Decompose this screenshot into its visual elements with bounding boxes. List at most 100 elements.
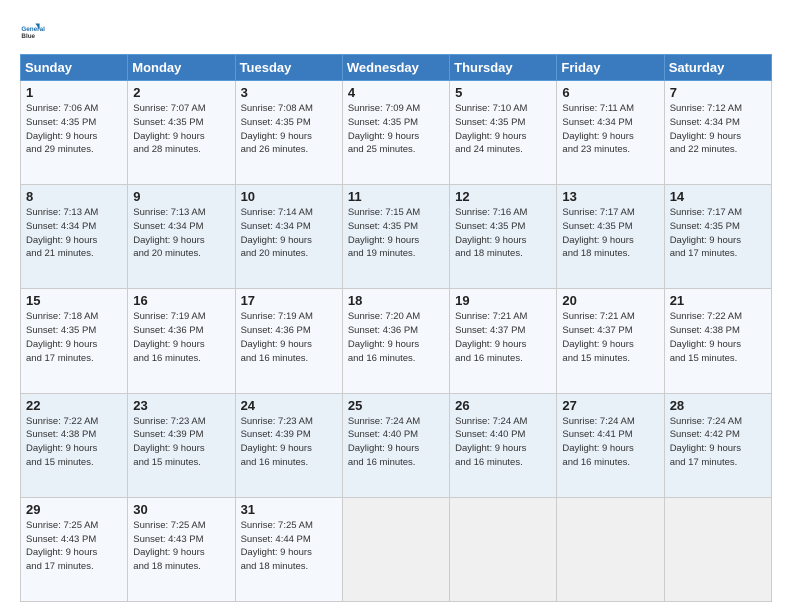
calendar-cell: 23Sunrise: 7:23 AM Sunset: 4:39 PM Dayli… bbox=[128, 393, 235, 497]
day-number: 14 bbox=[670, 189, 766, 204]
day-number: 22 bbox=[26, 398, 122, 413]
day-number: 7 bbox=[670, 85, 766, 100]
calendar-cell: 1 Sunrise: 7:06 AM Sunset: 4:35 PM Daylig… bbox=[21, 81, 128, 185]
day-number: 28 bbox=[670, 398, 766, 413]
calendar-cell: 11 Sunrise: 7:15 AM Sunset: 4:35 PM Dayli… bbox=[342, 185, 449, 289]
day-info: Sunrise: 7:18 AM Sunset: 4:35 PM Dayligh… bbox=[26, 310, 122, 365]
calendar-cell bbox=[664, 497, 771, 601]
calendar-cell: 29 Sunrise: 7:25 AM Sunset: 4:43 PM Dayli… bbox=[21, 497, 128, 601]
day-number: 13 bbox=[562, 189, 658, 204]
calendar-cell: 19Sunrise: 7:21 AM Sunset: 4:37 PM Dayli… bbox=[450, 289, 557, 393]
calendar-week-row: 15 Sunrise: 7:18 AM Sunset: 4:35 PM Dayli… bbox=[21, 289, 772, 393]
calendar-cell: 20 Sunrise: 7:21 AM Sunset: 4:37 PM Dayli… bbox=[557, 289, 664, 393]
day-info: Sunrise: 7:22 AM Sunset: 4:38 PM Dayligh… bbox=[26, 415, 122, 470]
day-info: Sunrise: 7:12 AM Sunset: 4:34 PM Dayligh… bbox=[670, 102, 766, 157]
day-info: Sunrise: 7:09 AM Sunset: 4:35 PM Dayligh… bbox=[348, 102, 444, 157]
logo-icon: GeneralBlue bbox=[20, 20, 48, 48]
page: GeneralBlue SundayMondayTuesdayWednesday… bbox=[0, 0, 792, 612]
day-info: Sunrise: 7:20 AM Sunset: 4:36 PM Dayligh… bbox=[348, 310, 444, 365]
header: GeneralBlue bbox=[20, 16, 772, 48]
calendar-cell: 15 Sunrise: 7:18 AM Sunset: 4:35 PM Dayli… bbox=[21, 289, 128, 393]
column-header-sunday: Sunday bbox=[21, 55, 128, 81]
day-number: 31 bbox=[241, 502, 337, 517]
day-info: Sunrise: 7:25 AM Sunset: 4:44 PM Dayligh… bbox=[241, 519, 337, 574]
calendar-week-row: 22 Sunrise: 7:22 AM Sunset: 4:38 PM Dayli… bbox=[21, 393, 772, 497]
day-info: Sunrise: 7:14 AM Sunset: 4:34 PM Dayligh… bbox=[241, 206, 337, 261]
day-number: 29 bbox=[26, 502, 122, 517]
day-number: 5 bbox=[455, 85, 551, 100]
day-number: 24 bbox=[241, 398, 337, 413]
day-number: 6 bbox=[562, 85, 658, 100]
day-info: Sunrise: 7:10 AM Sunset: 4:35 PM Dayligh… bbox=[455, 102, 551, 157]
calendar-cell: 21 Sunrise: 7:22 AM Sunset: 4:38 PM Dayli… bbox=[664, 289, 771, 393]
day-number: 16 bbox=[133, 293, 229, 308]
day-number: 21 bbox=[670, 293, 766, 308]
day-info: Sunrise: 7:21 AM Sunset: 4:37 PM Dayligh… bbox=[562, 310, 658, 365]
calendar-cell: 14 Sunrise: 7:17 AM Sunset: 4:35 PM Dayli… bbox=[664, 185, 771, 289]
day-info: Sunrise: 7:17 AM Sunset: 4:35 PM Dayligh… bbox=[562, 206, 658, 261]
calendar-week-row: 1 Sunrise: 7:06 AM Sunset: 4:35 PM Daylig… bbox=[21, 81, 772, 185]
day-number: 3 bbox=[241, 85, 337, 100]
calendar-cell: 25 Sunrise: 7:24 AM Sunset: 4:40 PM Dayli… bbox=[342, 393, 449, 497]
calendar-cell: 6 Sunrise: 7:11 AM Sunset: 4:34 PM Daylig… bbox=[557, 81, 664, 185]
day-info: Sunrise: 7:06 AM Sunset: 4:35 PM Dayligh… bbox=[26, 102, 122, 157]
calendar-cell: 3 Sunrise: 7:08 AM Sunset: 4:35 PM Daylig… bbox=[235, 81, 342, 185]
day-number: 27 bbox=[562, 398, 658, 413]
day-number: 11 bbox=[348, 189, 444, 204]
day-info: Sunrise: 7:15 AM Sunset: 4:35 PM Dayligh… bbox=[348, 206, 444, 261]
day-number: 30 bbox=[133, 502, 229, 517]
day-number: 20 bbox=[562, 293, 658, 308]
day-info: Sunrise: 7:11 AM Sunset: 4:34 PM Dayligh… bbox=[562, 102, 658, 157]
calendar-cell: 5 Sunrise: 7:10 AM Sunset: 4:35 PM Daylig… bbox=[450, 81, 557, 185]
day-number: 25 bbox=[348, 398, 444, 413]
day-number: 23 bbox=[133, 398, 229, 413]
calendar-cell: 28Sunrise: 7:24 AM Sunset: 4:42 PM Dayli… bbox=[664, 393, 771, 497]
day-info: Sunrise: 7:13 AM Sunset: 4:34 PM Dayligh… bbox=[26, 206, 122, 261]
day-number: 26 bbox=[455, 398, 551, 413]
column-header-saturday: Saturday bbox=[664, 55, 771, 81]
calendar-cell bbox=[557, 497, 664, 601]
day-info: Sunrise: 7:07 AM Sunset: 4:35 PM Dayligh… bbox=[133, 102, 229, 157]
calendar-week-row: 8 Sunrise: 7:13 AM Sunset: 4:34 PM Daylig… bbox=[21, 185, 772, 289]
day-info: Sunrise: 7:19 AM Sunset: 4:36 PM Dayligh… bbox=[241, 310, 337, 365]
day-number: 8 bbox=[26, 189, 122, 204]
day-number: 2 bbox=[133, 85, 229, 100]
calendar-cell: 16Sunrise: 7:19 AM Sunset: 4:36 PM Dayli… bbox=[128, 289, 235, 393]
day-info: Sunrise: 7:16 AM Sunset: 4:35 PM Dayligh… bbox=[455, 206, 551, 261]
calendar-table: SundayMondayTuesdayWednesdayThursdayFrid… bbox=[20, 54, 772, 602]
day-number: 1 bbox=[26, 85, 122, 100]
calendar-header-row: SundayMondayTuesdayWednesdayThursdayFrid… bbox=[21, 55, 772, 81]
day-info: Sunrise: 7:25 AM Sunset: 4:43 PM Dayligh… bbox=[133, 519, 229, 574]
calendar-cell: 22 Sunrise: 7:22 AM Sunset: 4:38 PM Dayli… bbox=[21, 393, 128, 497]
calendar-cell: 9Sunrise: 7:13 AM Sunset: 4:34 PM Daylig… bbox=[128, 185, 235, 289]
day-info: Sunrise: 7:25 AM Sunset: 4:43 PM Dayligh… bbox=[26, 519, 122, 574]
day-info: Sunrise: 7:24 AM Sunset: 4:40 PM Dayligh… bbox=[348, 415, 444, 470]
calendar-cell: 27 Sunrise: 7:24 AM Sunset: 4:41 PM Dayli… bbox=[557, 393, 664, 497]
column-header-monday: Monday bbox=[128, 55, 235, 81]
logo: GeneralBlue bbox=[20, 20, 52, 48]
calendar-cell bbox=[342, 497, 449, 601]
day-number: 17 bbox=[241, 293, 337, 308]
day-info: Sunrise: 7:08 AM Sunset: 4:35 PM Dayligh… bbox=[241, 102, 337, 157]
calendar-cell: 26 Sunrise: 7:24 AM Sunset: 4:40 PM Dayli… bbox=[450, 393, 557, 497]
day-info: Sunrise: 7:17 AM Sunset: 4:35 PM Dayligh… bbox=[670, 206, 766, 261]
calendar-cell: 12 Sunrise: 7:16 AM Sunset: 4:35 PM Dayli… bbox=[450, 185, 557, 289]
day-number: 10 bbox=[241, 189, 337, 204]
day-info: Sunrise: 7:13 AM Sunset: 4:34 PM Dayligh… bbox=[133, 206, 229, 261]
day-info: Sunrise: 7:22 AM Sunset: 4:38 PM Dayligh… bbox=[670, 310, 766, 365]
calendar-cell: 31 Sunrise: 7:25 AM Sunset: 4:44 PM Dayli… bbox=[235, 497, 342, 601]
day-number: 18 bbox=[348, 293, 444, 308]
calendar-cell: 4Sunrise: 7:09 AM Sunset: 4:35 PM Daylig… bbox=[342, 81, 449, 185]
calendar-cell: 2 Sunrise: 7:07 AM Sunset: 4:35 PM Daylig… bbox=[128, 81, 235, 185]
column-header-tuesday: Tuesday bbox=[235, 55, 342, 81]
calendar-cell: 13 Sunrise: 7:17 AM Sunset: 4:35 PM Dayli… bbox=[557, 185, 664, 289]
column-header-thursday: Thursday bbox=[450, 55, 557, 81]
day-info: Sunrise: 7:24 AM Sunset: 4:41 PM Dayligh… bbox=[562, 415, 658, 470]
day-info: Sunrise: 7:21 AM Sunset: 4:37 PM Dayligh… bbox=[455, 310, 551, 365]
day-number: 15 bbox=[26, 293, 122, 308]
calendar-cell: 7 Sunrise: 7:12 AM Sunset: 4:34 PM Daylig… bbox=[664, 81, 771, 185]
day-info: Sunrise: 7:24 AM Sunset: 4:40 PM Dayligh… bbox=[455, 415, 551, 470]
svg-text:General: General bbox=[21, 26, 45, 33]
svg-text:Blue: Blue bbox=[21, 33, 35, 40]
day-number: 12 bbox=[455, 189, 551, 204]
